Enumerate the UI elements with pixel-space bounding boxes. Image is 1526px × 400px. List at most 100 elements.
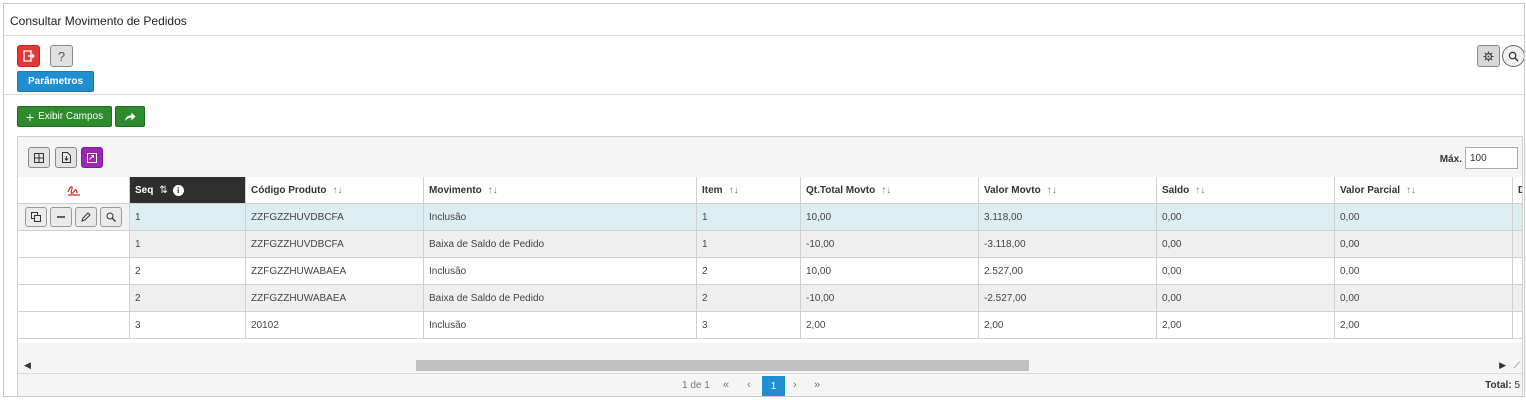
cell-saldo: 0,00 [1157, 258, 1335, 285]
view-button[interactable] [100, 207, 122, 227]
cell-seq: 2 [130, 285, 246, 312]
column-header-d[interactable]: D [1513, 177, 1522, 204]
cell-saldo: 2,00 [1157, 312, 1335, 339]
column-header-saldo[interactable]: Saldo ↑↓ [1157, 177, 1335, 204]
exit-icon [22, 50, 35, 62]
column-header-movimento[interactable]: Movimento ↑↓ [424, 177, 697, 204]
table-row[interactable]: 2 ZZFGZZHUWABAEA Inclusão 2 10,00 2.527,… [18, 258, 1522, 285]
column-header-item[interactable]: Item ↑↓ [697, 177, 801, 204]
row-actions [18, 258, 130, 285]
page-info: 1 de 1 [682, 380, 710, 391]
info-icon: i [172, 184, 184, 196]
table-row[interactable]: 1 ZZFGZZHUVDBCFA Baixa de Saldo de Pedid… [18, 231, 1522, 258]
column-header-valor-parcial[interactable]: Valor Parcial ↑↓ [1335, 177, 1513, 204]
exibir-campos-button[interactable]: + Exibir Campos [17, 106, 112, 127]
cell-d [1513, 258, 1522, 285]
resize-grip-icon[interactable]: ⟋ [1514, 360, 1520, 371]
cell-seq: 1 [130, 231, 246, 258]
sort-icon: ↑↓ [1406, 184, 1417, 196]
max-rows-input[interactable] [1465, 147, 1518, 169]
scrollbar-thumb[interactable] [416, 360, 1029, 371]
cell-qt-total-movto: -10,00 [801, 285, 979, 312]
cell-codigo-produto: ZZFGZZHUVDBCFA [246, 231, 424, 258]
next-page-icon[interactable]: › [793, 379, 797, 391]
remove-button[interactable] [50, 207, 72, 227]
cell-seq: 1 [130, 204, 246, 231]
main-panel: Consultar Movimento de Pedidos ? Parâmet… [3, 3, 1525, 397]
cell-seq: 2 [130, 258, 246, 285]
cell-codigo-produto: ZZFGZZHUVDBCFA [246, 204, 424, 231]
cell-d [1513, 204, 1522, 231]
total-count: Total: 5 [1485, 380, 1520, 391]
cell-item: 3 [697, 312, 801, 339]
cell-d [1513, 312, 1522, 339]
last-page-icon[interactable]: » [814, 379, 820, 391]
column-header-seq[interactable]: Seq ⇅ i [130, 177, 246, 204]
expand-button[interactable] [81, 147, 103, 168]
data-grid: Máx. Seq ⇅ i Código Produto ↑↓ Movimento [17, 136, 1523, 396]
first-page-icon[interactable]: « [723, 379, 729, 391]
share-icon [125, 112, 136, 121]
cell-item: 2 [697, 285, 801, 312]
row-actions [18, 285, 130, 312]
cell-valor-movto: -2.527,00 [979, 285, 1157, 312]
cell-movimento: Baixa de Saldo de Pedido [424, 285, 697, 312]
divider [4, 94, 1524, 95]
cell-movimento: Baixa de Saldo de Pedido [424, 231, 697, 258]
expand-icon [87, 152, 97, 163]
cell-valor-parcial: 0,00 [1335, 285, 1513, 312]
parametros-button[interactable]: Parâmetros [17, 71, 95, 92]
search-button[interactable] [1502, 45, 1524, 67]
exibir-campos-label: Exibir Campos [38, 111, 104, 122]
row-actions [18, 204, 130, 231]
cell-valor-movto: 2.527,00 [979, 258, 1157, 285]
grid-toolbar: Máx. [18, 137, 1522, 177]
scroll-right-icon[interactable]: ▶ [1499, 360, 1506, 371]
minus-icon [57, 216, 65, 218]
page-number-button[interactable]: 1 [762, 376, 785, 396]
table-row[interactable]: 2 ZZFGZZHUWABAEA Baixa de Saldo de Pedid… [18, 285, 1522, 312]
signature-icon[interactable] [66, 184, 81, 196]
pagination: 1 de 1 « ‹ 1 › » Total: 5 [18, 373, 1522, 396]
cell-movimento: Inclusão [424, 204, 697, 231]
grid-table: Seq ⇅ i Código Produto ↑↓ Movimento ↑↓ I… [18, 177, 1522, 343]
table-row[interactable]: 3 20102 Inclusão 3 2,00 2,00 2,00 2,00 [18, 312, 1522, 339]
cell-item: 1 [697, 231, 801, 258]
help-button[interactable]: ? [50, 45, 73, 67]
share-button[interactable] [115, 106, 145, 127]
column-header-valor-movto[interactable]: Valor Movto ↑↓ [979, 177, 1157, 204]
copy-icon [31, 212, 41, 222]
cell-valor-movto: -3.118,00 [979, 231, 1157, 258]
column-header-codigo-produto[interactable]: Código Produto ↑↓ [246, 177, 424, 204]
table-header-row: Seq ⇅ i Código Produto ↑↓ Movimento ↑↓ I… [18, 177, 1522, 204]
cell-valor-parcial: 0,00 [1335, 231, 1513, 258]
cell-codigo-produto: ZZFGZZHUWABAEA [246, 285, 424, 312]
cell-item: 1 [697, 204, 801, 231]
table-row[interactable]: 1 ZZFGZZHUVDBCFA Inclusão 1 10,00 3.118,… [18, 204, 1522, 231]
cell-codigo-produto: 20102 [246, 312, 424, 339]
cell-item: 2 [697, 258, 801, 285]
cell-valor-movto: 2,00 [979, 312, 1157, 339]
column-header-qt-total-movto[interactable]: Qt.Total Movto ↑↓ [801, 177, 979, 204]
cell-d [1513, 285, 1522, 312]
settings-button[interactable] [1477, 45, 1500, 67]
sort-asc-icon: ⇅ [159, 184, 168, 196]
prev-page-icon[interactable]: ‹ [747, 379, 751, 391]
export-button[interactable] [55, 147, 77, 168]
grid-layout-button[interactable] [28, 147, 50, 168]
cell-saldo: 0,00 [1157, 204, 1335, 231]
sort-icon: ↑↓ [728, 184, 739, 196]
cell-valor-parcial: 2,00 [1335, 312, 1513, 339]
max-label: Máx. [1439, 154, 1462, 165]
cell-qt-total-movto: -10,00 [801, 231, 979, 258]
horizontal-scrollbar[interactable]: ◀ ▶ ⟋ [18, 357, 1522, 373]
exit-button[interactable] [17, 45, 40, 67]
search-icon [1508, 51, 1519, 62]
scroll-left-icon[interactable]: ◀ [24, 360, 31, 371]
cell-qt-total-movto: 10,00 [801, 204, 979, 231]
cell-valor-parcial: 0,00 [1335, 204, 1513, 231]
cell-seq: 3 [130, 312, 246, 339]
edit-button[interactable] [75, 207, 97, 227]
search-icon [106, 212, 116, 222]
copy-button[interactable] [25, 207, 47, 227]
